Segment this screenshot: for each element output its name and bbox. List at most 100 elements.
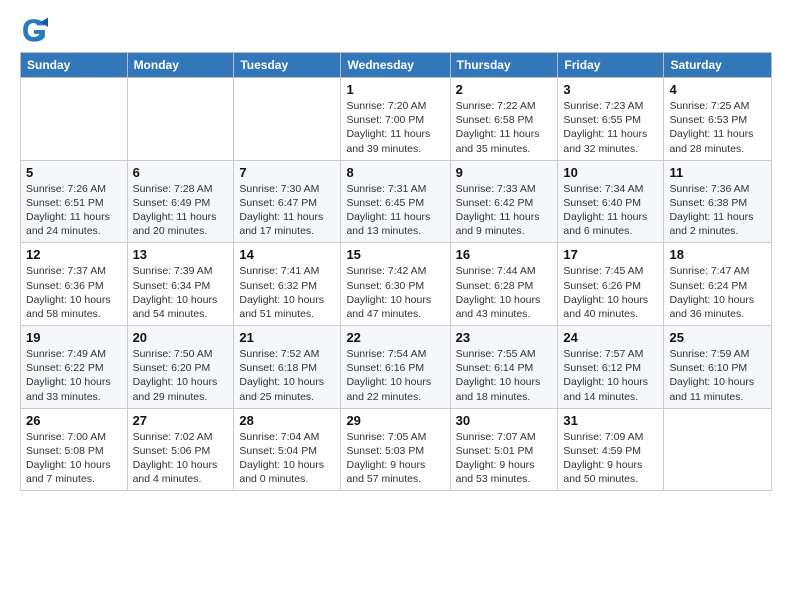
calendar-day-cell: 8 Sunrise: 7:31 AMSunset: 6:45 PMDaylight…: [341, 160, 450, 243]
calendar-day-cell: 6Sunrise: 7:28 AMSunset: 6:49 PMDaylight…: [127, 160, 234, 243]
day-info: Sunrise: 7:45 AMSunset: 6:26 PMDaylight:…: [563, 264, 658, 321]
day-info: Sunrise: 7:54 AMSunset: 6:16 PMDaylight:…: [346, 347, 444, 404]
day-number: 6: [133, 165, 229, 180]
page: SundayMondayTuesdayWednesdayThursdayFrid…: [0, 0, 792, 612]
day-info: Sunrise: 7:57 AMSunset: 6:12 PMDaylight:…: [563, 347, 658, 404]
calendar-day-cell: 20Sunrise: 7:50 AMSunset: 6:20 PMDayligh…: [127, 326, 234, 409]
day-number: 1: [346, 82, 444, 97]
day-number: 3: [563, 82, 658, 97]
day-info: Sunrise: 7:31 AMSunset: 6:45 PMDaylight:…: [346, 182, 444, 239]
day-info: Sunrise: 7:23 AMSunset: 6:55 PMDaylight:…: [563, 99, 658, 156]
calendar-day-cell: 16 Sunrise: 7:44 AMSunset: 6:28 PMDayligh…: [450, 243, 558, 326]
logo: [20, 16, 52, 44]
calendar-day-cell: [21, 78, 128, 161]
calendar-day-cell: 25Sunrise: 7:59 AMSunset: 6:10 PMDayligh…: [664, 326, 772, 409]
day-number: 2: [456, 82, 553, 97]
day-number: 11: [669, 165, 766, 180]
day-number: 13: [133, 247, 229, 262]
calendar-day-cell: 9 Sunrise: 7:33 AMSunset: 6:42 PMDaylight…: [450, 160, 558, 243]
day-info: Sunrise: 7:49 AMSunset: 6:22 PMDaylight:…: [26, 347, 122, 404]
calendar-day-cell: 28Sunrise: 7:04 AMSunset: 5:04 PMDayligh…: [234, 408, 341, 491]
day-number: 31: [563, 413, 658, 428]
day-info: Sunrise: 7:22 AMSunset: 6:58 PMDaylight:…: [456, 99, 553, 156]
calendar-day-cell: 15 Sunrise: 7:42 AMSunset: 6:30 PMDayligh…: [341, 243, 450, 326]
calendar-week-row: 19 Sunrise: 7:49 AMSunset: 6:22 PMDayligh…: [21, 326, 772, 409]
logo-icon: [20, 16, 48, 44]
weekday-header-cell: Sunday: [21, 53, 128, 78]
day-info: Sunrise: 7:05 AMSunset: 5:03 PMDaylight:…: [346, 430, 444, 487]
day-number: 9: [456, 165, 553, 180]
calendar-day-cell: 17 Sunrise: 7:45 AMSunset: 6:26 PMDayligh…: [558, 243, 664, 326]
calendar-day-cell: 5 Sunrise: 7:26 AMSunset: 6:51 PMDaylight…: [21, 160, 128, 243]
day-number: 23: [456, 330, 553, 345]
day-number: 16: [456, 247, 553, 262]
weekday-header-cell: Wednesday: [341, 53, 450, 78]
day-info: Sunrise: 7:20 AMSunset: 7:00 PMDaylight:…: [346, 99, 444, 156]
day-info: Sunrise: 7:42 AMSunset: 6:30 PMDaylight:…: [346, 264, 444, 321]
calendar-day-cell: 26 Sunrise: 7:00 AMSunset: 5:08 PMDayligh…: [21, 408, 128, 491]
calendar-day-cell: 22 Sunrise: 7:54 AMSunset: 6:16 PMDayligh…: [341, 326, 450, 409]
calendar-week-row: 5 Sunrise: 7:26 AMSunset: 6:51 PMDaylight…: [21, 160, 772, 243]
weekday-header-cell: Thursday: [450, 53, 558, 78]
day-info: Sunrise: 7:07 AMSunset: 5:01 PMDaylight:…: [456, 430, 553, 487]
calendar-day-cell: 24 Sunrise: 7:57 AMSunset: 6:12 PMDayligh…: [558, 326, 664, 409]
day-info: Sunrise: 7:47 AMSunset: 6:24 PMDaylight:…: [669, 264, 766, 321]
day-info: Sunrise: 7:00 AMSunset: 5:08 PMDaylight:…: [26, 430, 122, 487]
calendar-day-cell: 27 Sunrise: 7:02 AMSunset: 5:06 PMDayligh…: [127, 408, 234, 491]
day-info: Sunrise: 7:55 AMSunset: 6:14 PMDaylight:…: [456, 347, 553, 404]
day-number: 15: [346, 247, 444, 262]
day-info: Sunrise: 7:09 AMSunset: 4:59 PMDaylight:…: [563, 430, 658, 487]
calendar-day-cell: 7Sunrise: 7:30 AMSunset: 6:47 PMDaylight…: [234, 160, 341, 243]
calendar-day-cell: 30 Sunrise: 7:07 AMSunset: 5:01 PMDayligh…: [450, 408, 558, 491]
weekday-header-cell: Monday: [127, 53, 234, 78]
calendar-week-row: 1 Sunrise: 7:20 AMSunset: 7:00 PMDaylight…: [21, 78, 772, 161]
day-number: 19: [26, 330, 122, 345]
weekday-header-cell: Tuesday: [234, 53, 341, 78]
day-number: 22: [346, 330, 444, 345]
day-number: 27: [133, 413, 229, 428]
day-info: Sunrise: 7:33 AMSunset: 6:42 PMDaylight:…: [456, 182, 553, 239]
calendar-day-cell: 31 Sunrise: 7:09 AMSunset: 4:59 PMDayligh…: [558, 408, 664, 491]
day-number: 30: [456, 413, 553, 428]
day-number: 5: [26, 165, 122, 180]
calendar-day-cell: 23 Sunrise: 7:55 AMSunset: 6:14 PMDayligh…: [450, 326, 558, 409]
day-info: Sunrise: 7:02 AMSunset: 5:06 PMDaylight:…: [133, 430, 229, 487]
day-number: 29: [346, 413, 444, 428]
day-number: 4: [669, 82, 766, 97]
day-number: 12: [26, 247, 122, 262]
day-number: 10: [563, 165, 658, 180]
calendar-day-cell: 10Sunrise: 7:34 AMSunset: 6:40 PMDayligh…: [558, 160, 664, 243]
calendar-day-cell: [127, 78, 234, 161]
day-number: 24: [563, 330, 658, 345]
calendar-week-row: 26 Sunrise: 7:00 AMSunset: 5:08 PMDayligh…: [21, 408, 772, 491]
day-number: 7: [239, 165, 335, 180]
calendar-day-cell: [234, 78, 341, 161]
day-info: Sunrise: 7:37 AMSunset: 6:36 PMDaylight:…: [26, 264, 122, 321]
day-info: Sunrise: 7:52 AMSunset: 6:18 PMDaylight:…: [239, 347, 335, 404]
weekday-header-cell: Saturday: [664, 53, 772, 78]
day-number: 26: [26, 413, 122, 428]
calendar-day-cell: 19 Sunrise: 7:49 AMSunset: 6:22 PMDayligh…: [21, 326, 128, 409]
day-number: 17: [563, 247, 658, 262]
day-info: Sunrise: 7:39 AMSunset: 6:34 PMDaylight:…: [133, 264, 229, 321]
day-info: Sunrise: 7:26 AMSunset: 6:51 PMDaylight:…: [26, 182, 122, 239]
day-info: Sunrise: 7:36 AMSunset: 6:38 PMDaylight:…: [669, 182, 766, 239]
day-number: 20: [133, 330, 229, 345]
day-info: Sunrise: 7:44 AMSunset: 6:28 PMDaylight:…: [456, 264, 553, 321]
weekday-header-cell: Friday: [558, 53, 664, 78]
weekday-header-row: SundayMondayTuesdayWednesdayThursdayFrid…: [21, 53, 772, 78]
day-number: 21: [239, 330, 335, 345]
calendar-day-cell: 13 Sunrise: 7:39 AMSunset: 6:34 PMDayligh…: [127, 243, 234, 326]
calendar-day-cell: 21 Sunrise: 7:52 AMSunset: 6:18 PMDayligh…: [234, 326, 341, 409]
calendar-day-cell: 3 Sunrise: 7:23 AMSunset: 6:55 PMDaylight…: [558, 78, 664, 161]
calendar-day-cell: [664, 408, 772, 491]
day-number: 18: [669, 247, 766, 262]
day-info: Sunrise: 7:25 AMSunset: 6:53 PMDaylight:…: [669, 99, 766, 156]
calendar-table: SundayMondayTuesdayWednesdayThursdayFrid…: [20, 52, 772, 491]
day-info: Sunrise: 7:04 AMSunset: 5:04 PMDaylight:…: [239, 430, 335, 487]
calendar-day-cell: 4 Sunrise: 7:25 AMSunset: 6:53 PMDaylight…: [664, 78, 772, 161]
day-number: 8: [346, 165, 444, 180]
calendar-day-cell: 2 Sunrise: 7:22 AMSunset: 6:58 PMDaylight…: [450, 78, 558, 161]
calendar-day-cell: 18 Sunrise: 7:47 AMSunset: 6:24 PMDayligh…: [664, 243, 772, 326]
day-number: 14: [239, 247, 335, 262]
